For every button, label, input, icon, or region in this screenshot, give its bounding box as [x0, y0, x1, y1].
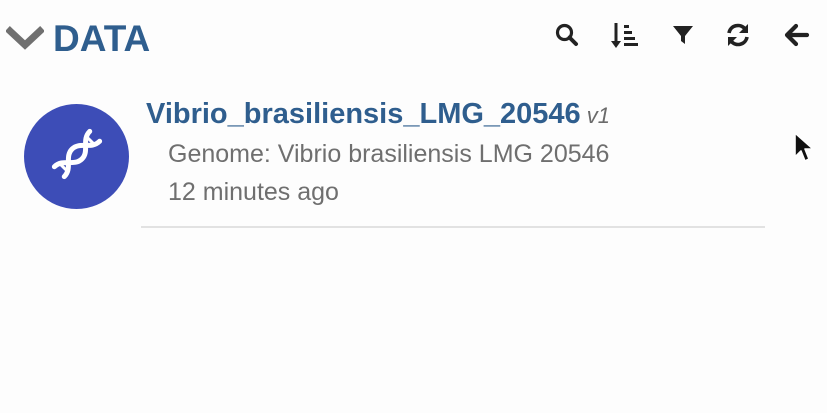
item-version: v1 [586, 103, 610, 128]
avatar [24, 104, 129, 209]
search-icon [554, 22, 580, 48]
search-button[interactable] [552, 20, 582, 50]
refresh-icon [724, 21, 752, 49]
list-item[interactable]: Vibrio_brasiliensis_LMG_20546 v1 Genome: … [0, 92, 827, 232]
item-timestamp: 12 minutes ago [168, 178, 339, 206]
item-type-line: Genome: Vibrio brasiliensis LMG 20546 [168, 140, 610, 168]
item-name-link[interactable]: Vibrio_brasiliensis_LMG_20546 [146, 98, 581, 130]
dna-icon [48, 125, 106, 188]
mouse-cursor-icon [793, 131, 817, 167]
filter-icon [670, 22, 696, 48]
filter-button[interactable] [668, 20, 698, 50]
panel-header: DATA [0, 0, 827, 78]
chevron-down-icon[interactable] [5, 26, 45, 52]
back-button[interactable] [781, 20, 811, 50]
data-panel: DATA Vibrio_brasiliensis_LMG_20546 v1 Ge… [0, 0, 827, 413]
arrow-left-icon [782, 21, 810, 49]
panel-title: DATA [53, 18, 151, 59]
refresh-button[interactable] [723, 20, 753, 50]
sort-icon [610, 20, 640, 50]
item-divider [141, 226, 765, 228]
sort-button[interactable] [610, 20, 640, 50]
item-title: Vibrio_brasiliensis_LMG_20546 v1 [146, 98, 610, 131]
